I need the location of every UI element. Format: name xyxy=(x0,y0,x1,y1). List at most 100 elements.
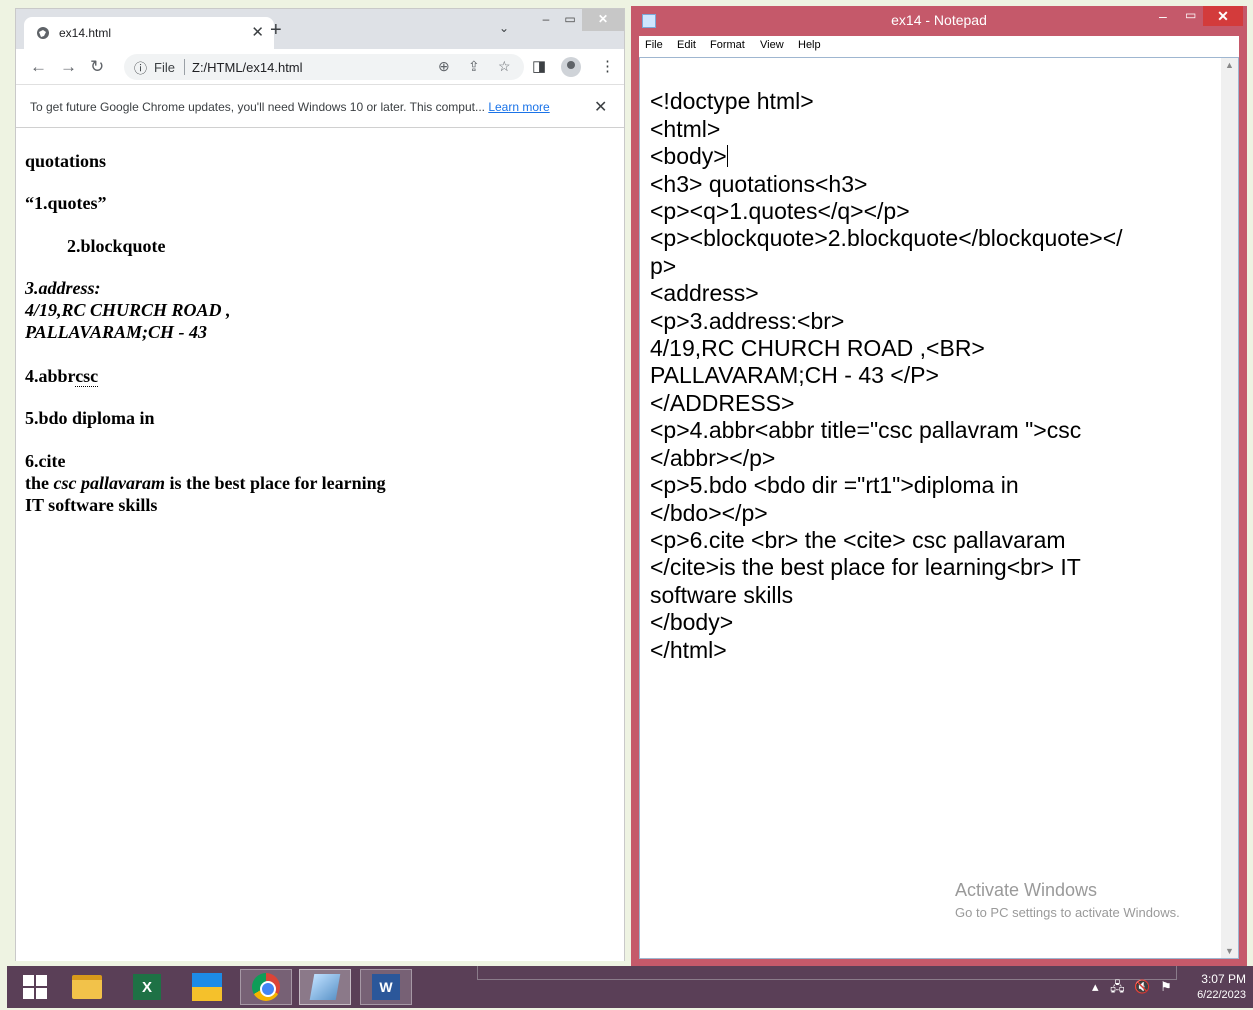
quote-text: “1.quotes” xyxy=(25,193,107,213)
system-tray: ▴ 🖧 🔇 ⚑ xyxy=(1092,978,1172,1000)
cite-label: 6.cite xyxy=(25,451,66,471)
side-panel-icon[interactable]: ◨ xyxy=(532,57,546,75)
windows-logo-icon xyxy=(23,975,47,999)
cite-line: the csc pallavaram is the best place for… xyxy=(25,473,386,493)
clock-date: 6/22/2023 xyxy=(1197,989,1246,1001)
info-icon[interactable]: ⓘ xyxy=(134,58,147,77)
reload-icon[interactable]: ↻ xyxy=(90,57,104,77)
code-line: <!doctype html> xyxy=(650,88,814,115)
text-caret xyxy=(726,145,728,168)
address-label: 3.address: xyxy=(25,278,101,298)
tab-close-icon[interactable]: ✕ xyxy=(251,23,264,41)
code-line: <p>4.abbr<abbr title="csc pallavram ">cs… xyxy=(650,417,1082,444)
taskbar-chrome[interactable] xyxy=(240,969,292,1005)
code-line: 4/19,RC CHURCH ROAD ,<BR> xyxy=(650,335,985,362)
tab-ex14[interactable]: ex14.html ✕ xyxy=(24,17,274,49)
taskbar-word[interactable]: W xyxy=(360,969,412,1005)
code-line: <address> xyxy=(650,280,759,307)
menu-format[interactable]: Format xyxy=(710,39,745,51)
chrome-window: ex14.html ✕ + ⌄ – ▭ ✕ ← → ↻ ⓘ File Z:/HT… xyxy=(15,8,625,961)
action-center-icon[interactable]: ⚑ xyxy=(1160,979,1172,994)
code-line: </html> xyxy=(650,636,727,663)
taskbar-notepad[interactable] xyxy=(299,969,351,1005)
explorer-icon xyxy=(192,973,222,1001)
scheme-label: File xyxy=(154,60,175,75)
code-line: PALLAVARAM;CH - 43 </P> xyxy=(650,362,939,389)
code-line: <body> xyxy=(650,143,727,170)
watermark-subtitle: Go to PC settings to activate Windows. xyxy=(955,905,1180,920)
address-line-2: PALLAVARAM;CH - 43 xyxy=(25,322,208,342)
taskbar-file-explorer[interactable] xyxy=(61,969,113,1005)
code-line: <html> xyxy=(650,115,721,142)
maximize-icon[interactable]: ▭ xyxy=(1185,8,1196,22)
bdo-line: 5.bdo diploma in xyxy=(25,408,155,428)
vertical-scrollbar[interactable]: ▲ ▼ xyxy=(1221,58,1238,958)
new-tab-plus-icon[interactable]: + xyxy=(270,19,282,42)
tray-expand-icon[interactable]: ▴ xyxy=(1092,979,1099,994)
tab-strip: ex14.html ✕ + ⌄ – ▭ ✕ xyxy=(16,9,624,49)
code-line: </bdo></p> xyxy=(650,499,768,526)
folder-icon xyxy=(72,975,102,999)
tab-title: ex14.html xyxy=(59,26,112,40)
infobar-close-icon[interactable]: ✕ xyxy=(594,97,607,117)
start-button[interactable] xyxy=(9,969,61,1005)
close-window-icon[interactable]: ✕ xyxy=(582,9,624,31)
omnibox-divider xyxy=(184,59,185,75)
back-arrow-icon[interactable]: ← xyxy=(30,57,47,77)
blockquote-text: 2.blockquote xyxy=(67,236,166,256)
activate-windows-watermark: Activate Windows Go to PC settings to ac… xyxy=(955,880,1180,920)
bookmark-star-icon[interactable]: ☆ xyxy=(498,58,511,75)
clock-time: 3:07 PM xyxy=(1201,972,1246,986)
menu-help[interactable]: Help xyxy=(798,39,821,51)
text-editor-area[interactable]: <!doctype html> <html> <body> <h3> quota… xyxy=(639,57,1239,959)
notepad-window: ex14 - Notepad – ▭ ✕ File Edit Format Vi… xyxy=(631,6,1247,966)
scroll-up-icon[interactable]: ▲ xyxy=(1225,60,1234,70)
globe-icon xyxy=(37,27,49,39)
notepad-icon xyxy=(309,974,341,1000)
close-window-icon[interactable]: ✕ xyxy=(1203,6,1243,26)
tab-search-chevron-icon[interactable]: ⌄ xyxy=(499,21,509,35)
code-line: <p>5.bdo <bdo dir ="rt1">diploma in xyxy=(650,472,1019,499)
cite-line-2: IT software skills xyxy=(25,495,158,515)
taskbar-excel[interactable]: X xyxy=(121,969,173,1005)
code-text[interactable]: <!doctype html> <html> <body> <h3> quota… xyxy=(650,61,1228,664)
menu-view[interactable]: View xyxy=(760,39,784,51)
notepad-menubar: File Edit Format View Help xyxy=(639,36,1239,57)
minimize-icon[interactable]: – xyxy=(1159,8,1167,24)
page-heading: quotations xyxy=(25,151,107,171)
code-line: </ADDRESS> xyxy=(650,389,795,416)
page-content: quotations “1.quotes” 2.blockquote 3.add… xyxy=(16,129,624,961)
share-icon[interactable]: ⇪ xyxy=(468,58,480,75)
network-icon[interactable]: 🖧 xyxy=(1110,979,1125,994)
volume-muted-icon[interactable]: 🔇 xyxy=(1134,979,1150,994)
abbr-text[interactable]: csc xyxy=(75,366,99,387)
code-line: <h3> quotations<h3> xyxy=(650,170,868,197)
window-controls: – ▭ ✕ xyxy=(534,9,624,31)
taskbar-explorer[interactable] xyxy=(181,969,233,1005)
url-text[interactable]: Z:/HTML/ex14.html xyxy=(192,60,303,75)
minimize-icon[interactable]: – xyxy=(534,9,558,31)
notepad-title: ex14 - Notepad xyxy=(891,12,987,28)
profile-avatar-icon[interactable] xyxy=(561,57,581,77)
code-line: </cite>is the best place for learning<br… xyxy=(650,554,1081,581)
learn-more-link[interactable]: Learn more xyxy=(488,100,549,114)
menu-edit[interactable]: Edit xyxy=(677,39,696,51)
chrome-icon xyxy=(252,973,280,1001)
code-line: </body> xyxy=(650,609,734,636)
code-line: <p>3.address:<br> xyxy=(650,307,845,334)
menu-file[interactable]: File xyxy=(645,39,663,51)
taskbar-clock[interactable]: 3:07 PM 6/22/2023 xyxy=(1190,972,1246,1001)
taskbar: X W ▴ 🖧 🔇 ⚑ 3:07 PM 6/22/2023 xyxy=(7,966,1253,1008)
address-bar[interactable]: ⓘ File Z:/HTML/ex14.html ⊕ ⇪ ☆ xyxy=(124,54,524,80)
code-line: <p><blockquote>2.blockquote</blockquote>… xyxy=(650,225,1123,252)
zoom-icon[interactable]: ⊕ xyxy=(438,58,450,75)
forward-arrow-icon[interactable]: → xyxy=(60,57,77,77)
watermark-title: Activate Windows xyxy=(955,880,1098,900)
excel-icon: X xyxy=(133,974,161,1000)
maximize-icon[interactable]: ▭ xyxy=(558,9,582,31)
code-line: software skills xyxy=(650,581,794,608)
abbr-line: 4.abbrcsc xyxy=(25,366,99,387)
infobar-message: To get future Google Chrome updates, you… xyxy=(30,100,550,114)
scroll-down-icon[interactable]: ▼ xyxy=(1225,946,1234,956)
menu-kebab-icon[interactable]: ⋮ xyxy=(600,57,615,75)
